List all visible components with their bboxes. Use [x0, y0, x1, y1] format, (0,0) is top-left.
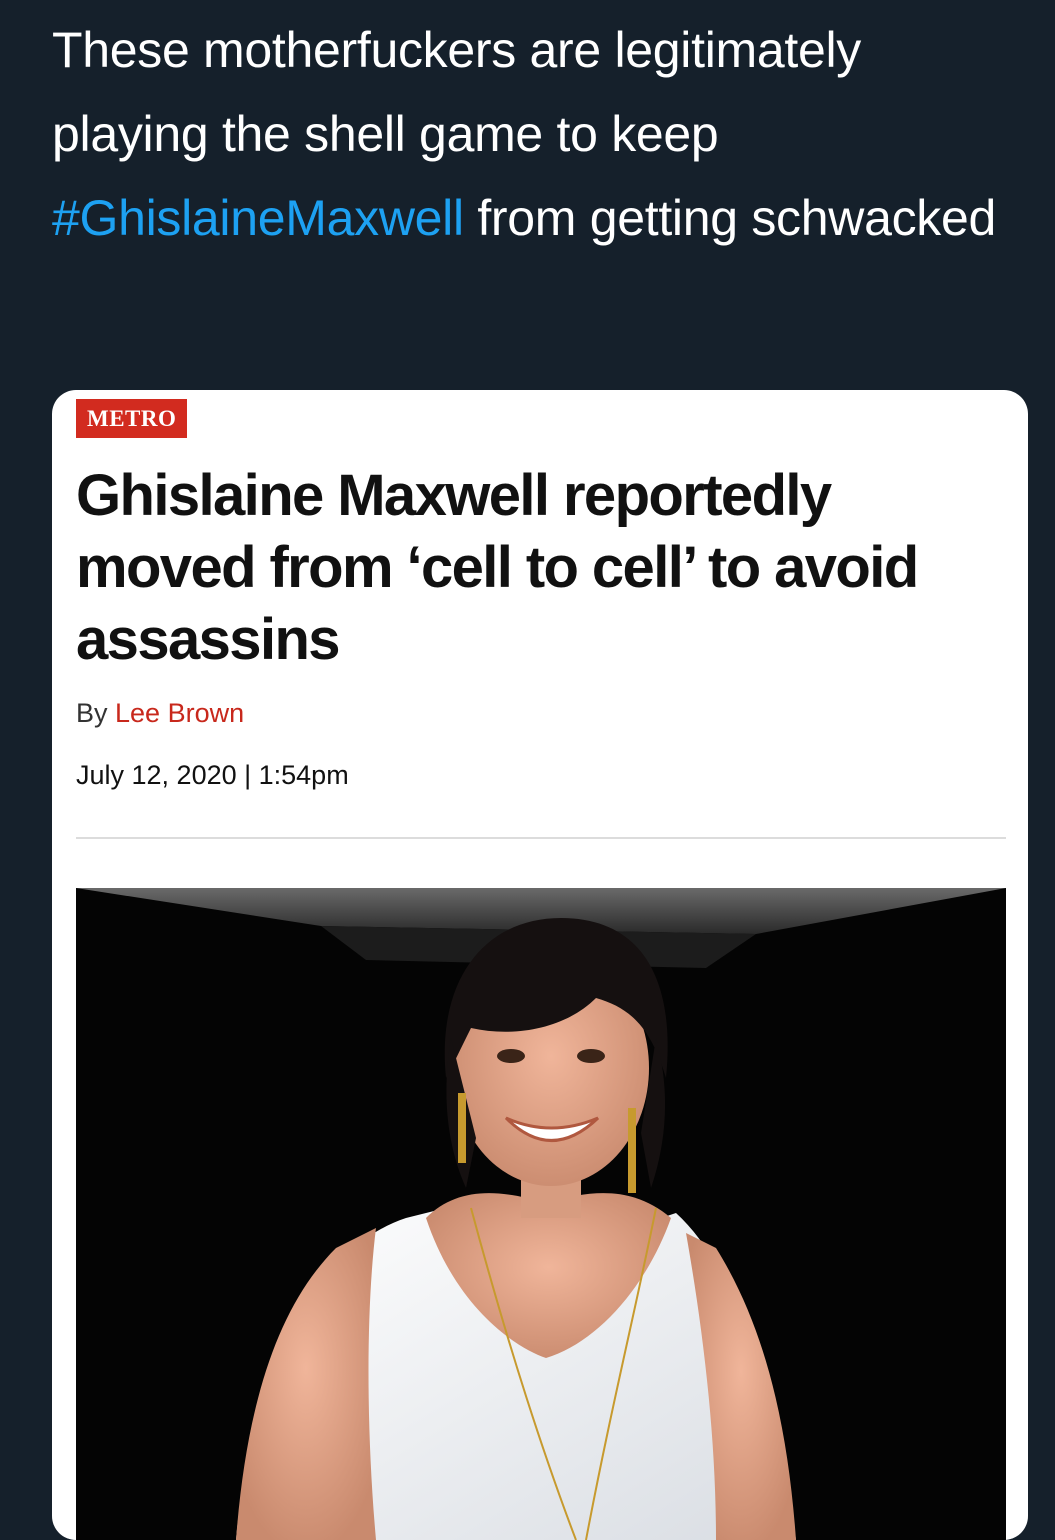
author-link[interactable]: Lee Brown	[115, 698, 244, 728]
divider	[76, 837, 1006, 839]
publish-date: July 12, 2020 | 1:54pm	[76, 760, 349, 790]
tweet-text-after: from getting schwacked	[463, 190, 996, 246]
byline: By Lee Brown	[76, 698, 244, 729]
section-badge[interactable]: METRO	[76, 399, 188, 438]
tweet-text: These motherfuckers are legitimately pla…	[52, 8, 1012, 260]
article-headline: Ghislaine Maxwell reportedly moved from …	[76, 463, 919, 672]
tweet-text-before: These motherfuckers are legitimately pla…	[52, 22, 861, 162]
article-photo-image	[76, 888, 1006, 1540]
article-card[interactable]: METRO Ghislaine Maxwell reportedly moved…	[52, 390, 1028, 1540]
hashtag-link[interactable]: #GhislaineMaxwell	[52, 190, 464, 246]
byline-prefix: By	[76, 698, 116, 728]
article-photo	[76, 888, 1006, 1540]
